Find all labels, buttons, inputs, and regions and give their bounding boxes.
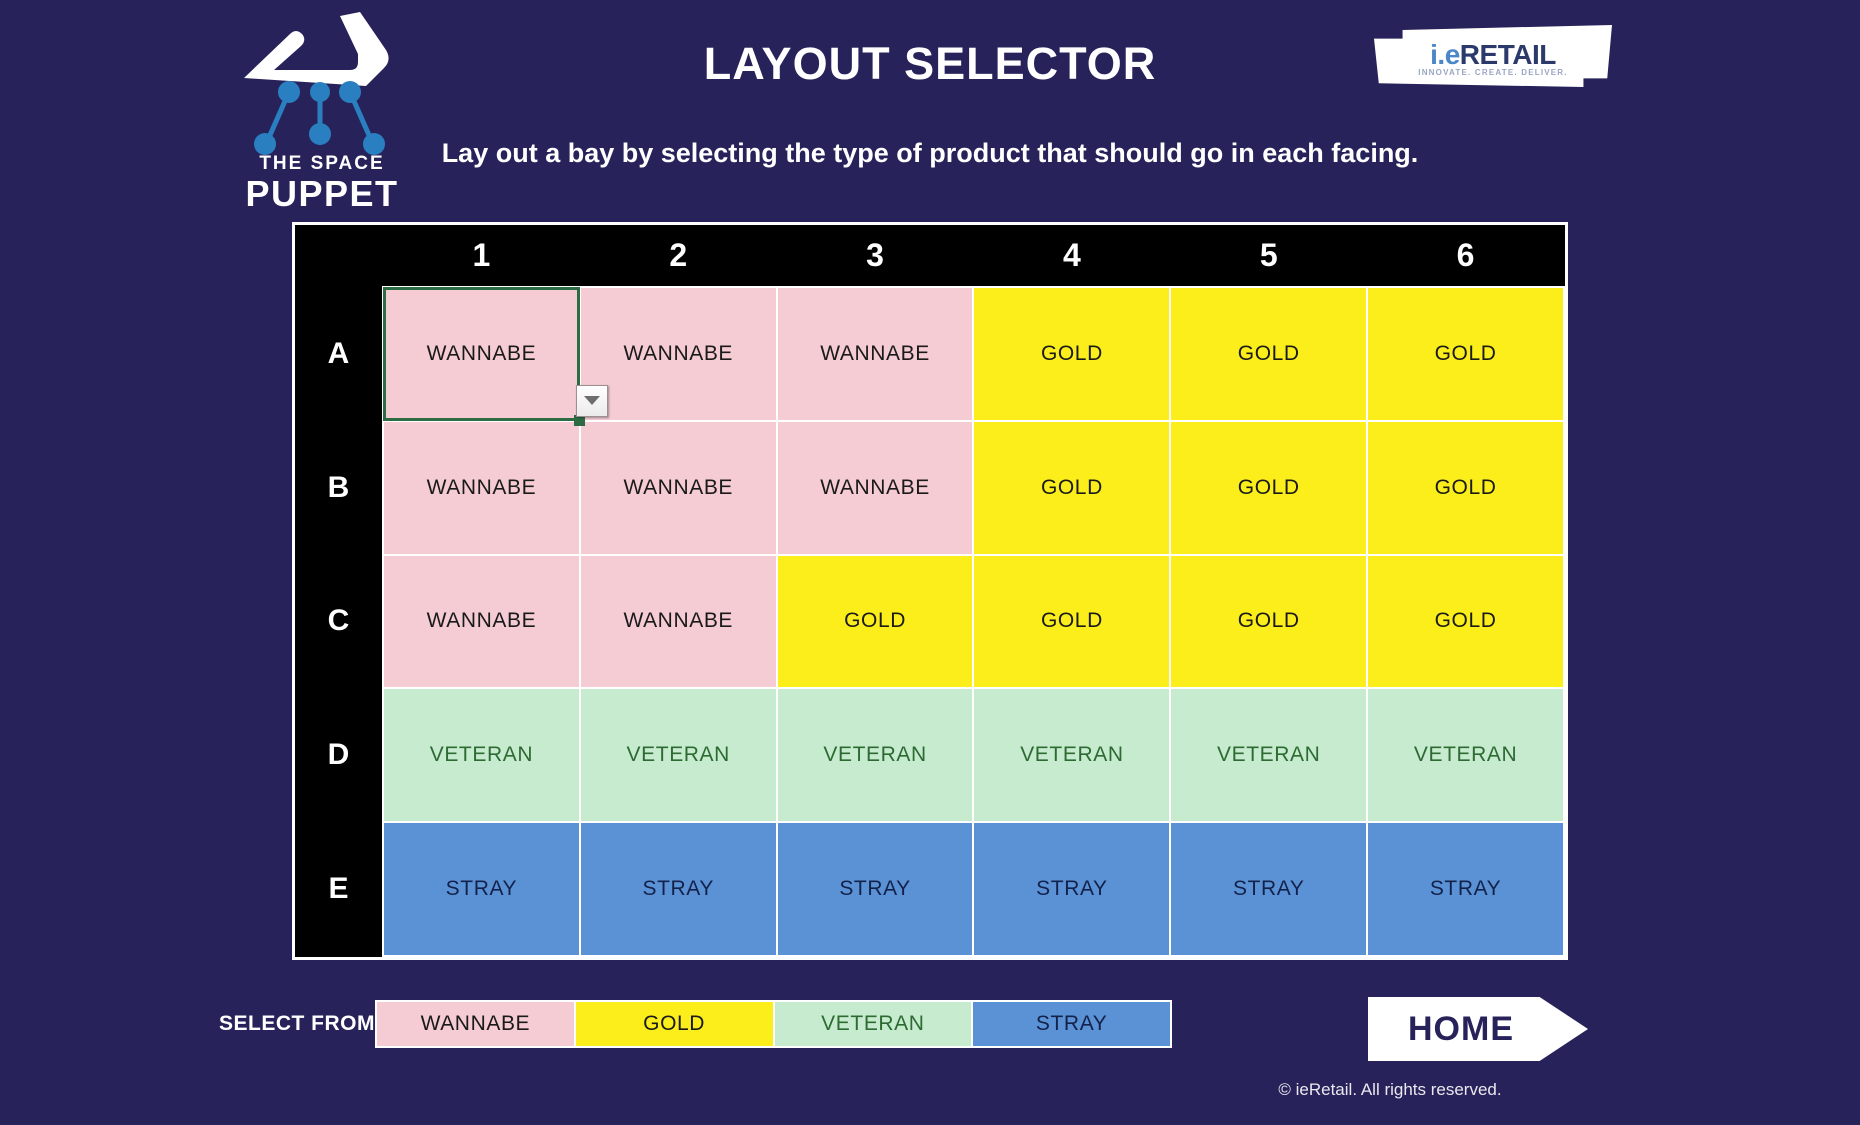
ieretail-logo: i.eRETAIL INNOVATE. CREATE. DELIVER. bbox=[1374, 25, 1612, 87]
grid-cell-B3[interactable]: WANNABE bbox=[775, 419, 975, 556]
layout-grid-container: 1 2 3 4 5 6 A WANNABE WANNABE WANNABE GOLD GOLD GOLD… bbox=[292, 222, 1568, 960]
grid-cell-value: STRAY bbox=[1232, 877, 1305, 901]
grid-cell-B6[interactable]: GOLD bbox=[1366, 419, 1565, 556]
grid-cell-E4[interactable]: STRAY bbox=[972, 821, 1172, 957]
home-button[interactable]: HOME bbox=[1368, 997, 1588, 1061]
grid-row-header-C: C bbox=[295, 554, 383, 689]
grid-cell-C4[interactable]: GOLD bbox=[972, 553, 1172, 690]
grid-cell-E5[interactable]: STRAY bbox=[1169, 821, 1369, 957]
grid-cell-D5[interactable]: VETERAN bbox=[1169, 687, 1369, 824]
grid-cell-D4[interactable]: VETERAN bbox=[972, 687, 1172, 824]
grid-cell-value: WANNABE bbox=[426, 609, 537, 633]
grid-cell-value: WANNABE bbox=[426, 475, 537, 499]
grid-cell-value: WANNABE bbox=[623, 341, 734, 365]
grid-cell-B2[interactable]: WANNABE bbox=[578, 419, 778, 556]
legend-swatch-gold[interactable]: GOLD bbox=[575, 1002, 775, 1046]
grid-header-row: 123456 bbox=[295, 225, 1564, 287]
grid-row: C WANNABE WANNABE GOLD GOLD GOLD GOLD bbox=[295, 553, 1565, 690]
grid-row-header-B: B bbox=[295, 420, 383, 555]
ieretail-logo-tagline: INNOVATE. CREATE. DELIVER. bbox=[1418, 68, 1568, 77]
grid-cell-value: GOLD bbox=[1237, 475, 1300, 499]
grid-cell-A3[interactable]: WANNABE bbox=[775, 286, 975, 422]
chevron-down-icon bbox=[583, 396, 600, 406]
grid-cell-value: STRAY bbox=[642, 877, 714, 901]
grid-cell-value: VETERAN bbox=[1217, 743, 1321, 767]
grid-cell-E2[interactable]: STRAY bbox=[578, 821, 778, 957]
grid-cell-D3[interactable]: VETERAN bbox=[775, 687, 975, 824]
grid-cell-value: STRAY bbox=[839, 877, 911, 901]
grid-corner-cell bbox=[295, 225, 383, 287]
grid-column-header-5: 5 bbox=[1170, 225, 1368, 287]
grid-cell-value: GOLD bbox=[1434, 475, 1497, 499]
grid-cell-value: VETERAN bbox=[626, 743, 730, 767]
grid-cell-A5[interactable]: GOLD bbox=[1169, 286, 1369, 422]
grid-cell-C2[interactable]: WANNABE bbox=[578, 553, 778, 690]
grid-cell-value: WANNABE bbox=[820, 475, 930, 499]
grid-row-header-A: A bbox=[295, 287, 383, 421]
grid-column-header-2: 2 bbox=[579, 225, 777, 287]
grid-cell-C6[interactable]: GOLD bbox=[1366, 553, 1565, 690]
legend-swatch-stray[interactable]: STRAY bbox=[973, 1002, 1170, 1046]
product-type-legend: WANNABE GOLD VETERAN STRAY bbox=[375, 1000, 1172, 1048]
grid-cell-C1[interactable]: WANNABE bbox=[382, 553, 581, 690]
grid-cell-value: STRAY bbox=[1036, 877, 1108, 901]
grid-cell-C3[interactable]: GOLD bbox=[775, 553, 975, 690]
grid-cell-A2[interactable]: WANNABE bbox=[578, 286, 778, 422]
grid-row: D VETERAN VETERAN VETERAN VETERAN VETERAN VETE… bbox=[295, 687, 1565, 824]
grid-cell-A6[interactable]: GOLD bbox=[1366, 286, 1565, 422]
grid-cell-D1[interactable]: VETERAN bbox=[382, 687, 581, 824]
grid-cell-E1[interactable]: STRAY bbox=[382, 821, 581, 957]
cell-dropdown-button[interactable] bbox=[575, 384, 608, 417]
grid-cell-value: VETERAN bbox=[1413, 743, 1518, 767]
grid-cell-A4[interactable]: GOLD bbox=[972, 286, 1172, 422]
grid-cell-E6[interactable]: STRAY bbox=[1366, 821, 1565, 957]
grid-cell-B4[interactable]: GOLD bbox=[972, 419, 1172, 556]
ieretail-logo-name: RETAIL bbox=[1459, 39, 1557, 70]
grid-cell-value: GOLD bbox=[1434, 341, 1497, 365]
grid-cell-D2[interactable]: VETERAN bbox=[578, 687, 778, 824]
grid-cell-value: GOLD bbox=[1040, 341, 1103, 365]
grid-cell-value: GOLD bbox=[1434, 609, 1497, 633]
grid-column-header-6: 6 bbox=[1367, 225, 1564, 287]
grid-cell-value: VETERAN bbox=[429, 743, 534, 767]
grid-cell-value: VETERAN bbox=[1020, 743, 1124, 767]
grid-row-header-E: E bbox=[295, 822, 383, 956]
grid-cell-E3[interactable]: STRAY bbox=[775, 821, 975, 957]
grid-cell-B1[interactable]: WANNABE bbox=[382, 419, 581, 556]
grid-row: A WANNABE WANNABE WANNABE GOLD GOLD GOLD bbox=[295, 286, 1565, 426]
copyright-text: © ieRetail. All rights reserved. bbox=[1278, 1080, 1502, 1099]
puppet-logo-line2: PUPPET bbox=[245, 173, 399, 214]
legend-swatch-wannabe[interactable]: WANNABE bbox=[377, 1002, 576, 1046]
grid-cell-value: STRAY bbox=[1429, 877, 1502, 901]
legend-swatch-veteran[interactable]: VETERAN bbox=[774, 1002, 974, 1046]
page-subtitle: Lay out a bay by selecting the type of p… bbox=[441, 138, 1419, 168]
grid-cell-D6[interactable]: VETERAN bbox=[1366, 687, 1565, 824]
layout-grid: 1 2 3 4 5 6 A WANNABE WANNABE WANNABE GOLD GOLD GOLD… bbox=[295, 225, 1565, 957]
grid-cell-value: GOLD bbox=[1237, 341, 1300, 365]
grid-cell-value: WANNABE bbox=[820, 341, 930, 365]
ieretail-logo-brand: i.eRETAIL bbox=[1374, 39, 1612, 71]
grid-column-header-1: 1 bbox=[383, 225, 580, 287]
grid-cell-value: GOLD bbox=[1237, 609, 1300, 633]
grid-cell-value: WANNABE bbox=[623, 475, 734, 499]
ieretail-logo-prefix: i.e bbox=[1430, 39, 1460, 70]
grid-cell-value: GOLD bbox=[1040, 609, 1103, 633]
page-header: THE SPACE PUPPET LAYOUT SELECTOR Lay out… bbox=[0, 0, 1860, 214]
grid-cell-value: VETERAN bbox=[823, 743, 927, 767]
grid-cell-A1[interactable]: WANNABE bbox=[382, 286, 608, 426]
select-from-label: SELECT FROM bbox=[219, 1012, 375, 1035]
home-button-label: HOME bbox=[1408, 1009, 1514, 1048]
grid-cell-value: WANNABE bbox=[426, 341, 537, 365]
grid-cell-value: GOLD bbox=[1040, 475, 1103, 499]
grid-column-header-4: 4 bbox=[973, 225, 1171, 287]
grid-column-header-3: 3 bbox=[776, 225, 974, 287]
grid-row: E STRAY STRAY STRAY STRAY STRAY STRAY bbox=[295, 821, 1565, 957]
grid-row: B WANNABE WANNABE WANNABE GOLD GOLD GOLD bbox=[295, 419, 1565, 556]
grid-cell-value: GOLD bbox=[844, 609, 907, 633]
grid-cell-value: WANNABE bbox=[623, 609, 734, 633]
grid-row-header-D: D bbox=[295, 688, 383, 823]
grid-cell-value: STRAY bbox=[445, 877, 518, 901]
grid-cell-C5[interactable]: GOLD bbox=[1169, 553, 1369, 690]
grid-cell-B5[interactable]: GOLD bbox=[1169, 419, 1369, 556]
